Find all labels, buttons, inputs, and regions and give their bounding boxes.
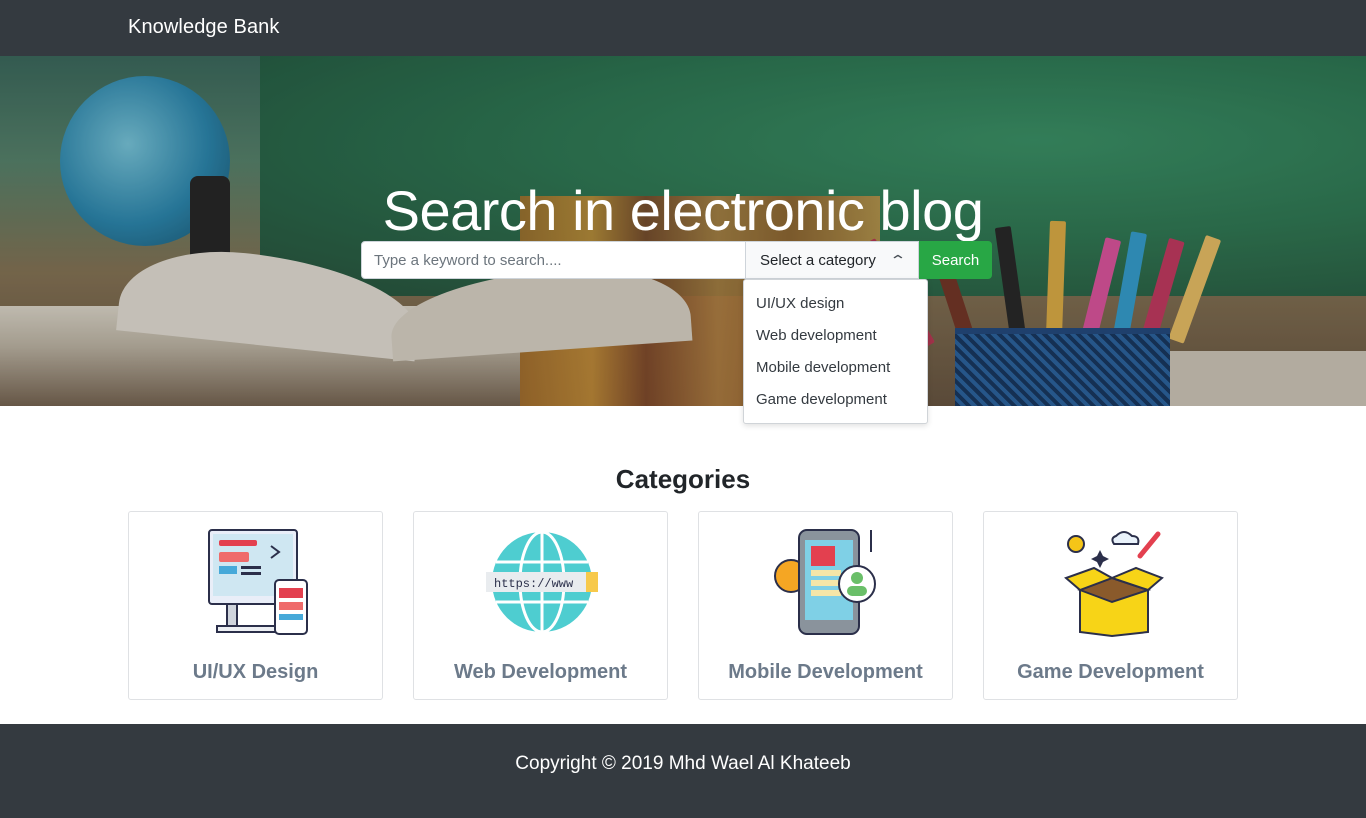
- categories-title: Categories: [615, 464, 751, 494]
- dropdown-option-mobile[interactable]: Mobile development: [744, 352, 927, 384]
- navbar: Knowledge Bank: [0, 0, 1366, 56]
- mobile-development-phone-icon: [774, 529, 876, 635]
- search-button[interactable]: Search: [919, 241, 992, 279]
- dropdown-option-game[interactable]: Game development: [744, 384, 927, 416]
- category-card-ui-ux[interactable]: UI/UX Design: [128, 511, 383, 700]
- category-dropdown-menu: UI/UX design Web development Mobile deve…: [743, 279, 928, 424]
- category-card-label: Game Development: [1017, 661, 1204, 683]
- category-card-web[interactable]: https://www Web Development: [413, 511, 668, 700]
- category-select-value: Select a category: [760, 251, 876, 269]
- chevron-up-icon: ⌃: [889, 251, 907, 268]
- category-card-label: Mobile Development: [728, 661, 923, 683]
- ui-ux-design-icon: [208, 529, 308, 635]
- category-card-mobile[interactable]: Mobile Development: [698, 511, 953, 700]
- web-development-globe-icon: https://www: [486, 530, 598, 634]
- dropdown-option-ui-ux[interactable]: UI/UX design: [744, 288, 927, 320]
- hero-title: Search in electronic blog: [382, 179, 984, 242]
- hero-banner: Search in electronic blog Improve your s…: [0, 56, 1366, 406]
- footer: Copyright © 2019 Mhd Wael Al Khateeb: [0, 724, 1366, 818]
- category-card-label: UI/UX Design: [192, 661, 319, 683]
- game-development-box-icon: [1064, 531, 1164, 638]
- web-icon-url-text: https://www: [494, 577, 574, 591]
- category-select[interactable]: Select a category ⌃: [745, 241, 919, 279]
- category-card-game[interactable]: Game Development: [983, 511, 1238, 700]
- category-card-label: Web Development: [454, 661, 627, 683]
- copyright-text: Copyright © 2019 Mhd Wael Al Khateeb: [515, 753, 851, 774]
- brand-link[interactable]: Knowledge Bank: [128, 16, 280, 39]
- dropdown-option-web[interactable]: Web development: [744, 320, 927, 352]
- search-input[interactable]: [361, 241, 746, 279]
